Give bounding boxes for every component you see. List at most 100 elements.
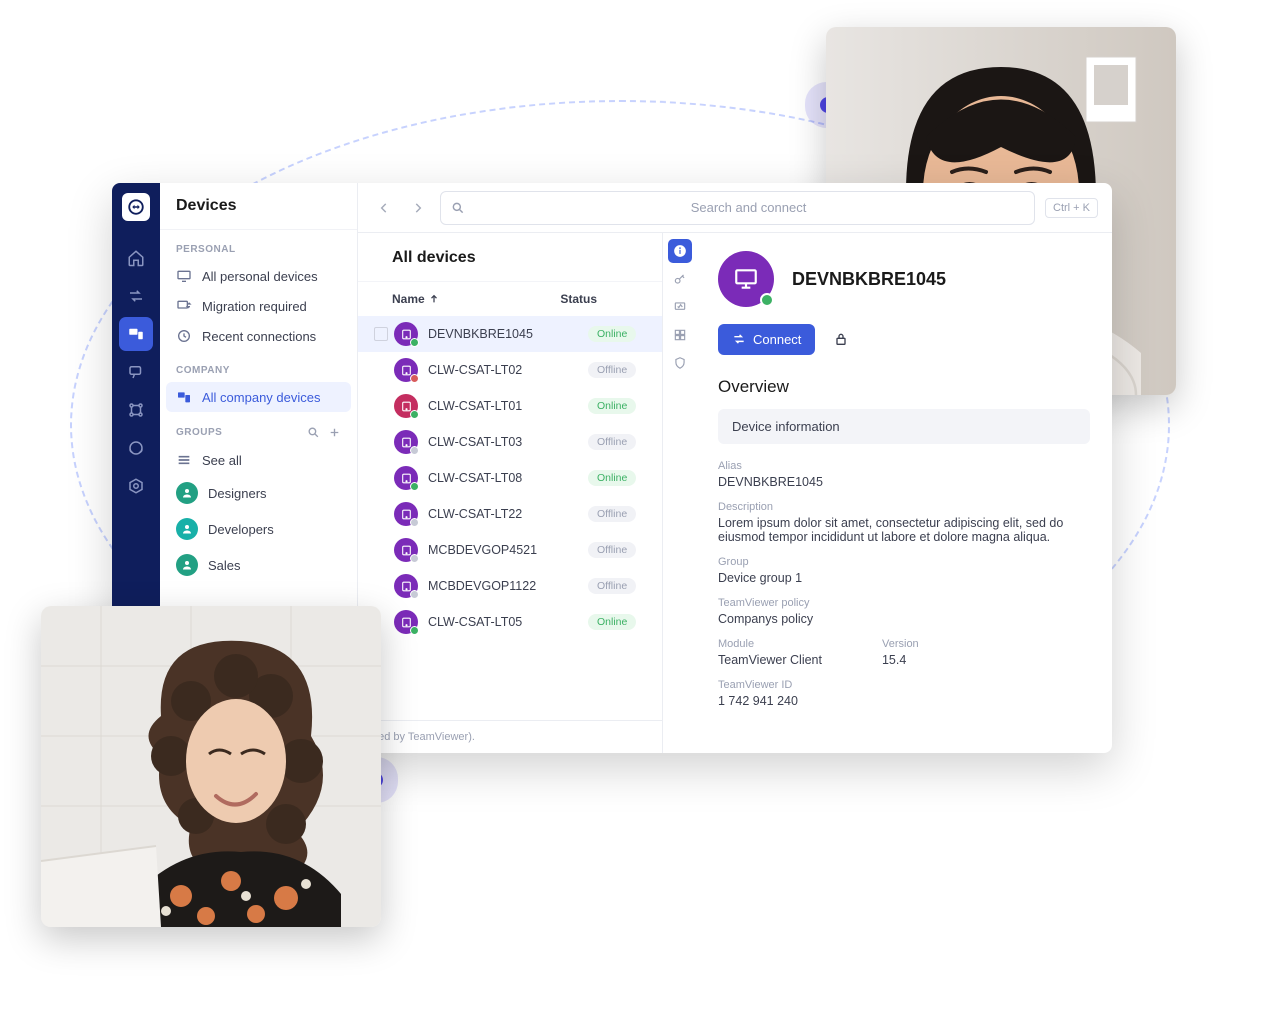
- module-label: Module: [718, 638, 822, 650]
- sidebar-item-company[interactable]: All company devices: [166, 382, 351, 412]
- search-input[interactable]: [473, 200, 1024, 215]
- sidebar-group-item[interactable]: Sales: [160, 547, 357, 583]
- sidebar-item-personal[interactable]: Migration required: [160, 291, 357, 321]
- sidebar-group-item[interactable]: Designers: [160, 475, 357, 511]
- device-row[interactable]: MCBDEVGOP1122Offline: [358, 568, 662, 604]
- nav-chat[interactable]: [119, 355, 153, 389]
- top-toolbar: Ctrl + K: [358, 183, 1112, 233]
- th-name[interactable]: Name: [392, 292, 425, 306]
- nav-back-button[interactable]: [372, 196, 396, 220]
- status-pill: Online: [588, 326, 636, 342]
- device-type-icon: [394, 502, 418, 526]
- nav-forward-button[interactable]: [406, 196, 430, 220]
- devices-heading: All devices: [358, 233, 662, 282]
- search-field[interactable]: [440, 191, 1035, 225]
- device-row[interactable]: CLW-CSAT-LT05Online: [358, 604, 662, 640]
- status-pill: Offline: [588, 542, 636, 558]
- alias-label: Alias: [718, 460, 1090, 472]
- detail-tab-grid[interactable]: [668, 323, 692, 347]
- detail-tab-monitor[interactable]: [668, 295, 692, 319]
- sort-asc-icon: [429, 294, 439, 304]
- group-label: Group: [718, 556, 1090, 568]
- device-type-icon: [394, 358, 418, 382]
- status-pill: Online: [588, 614, 636, 630]
- group-label: Sales: [208, 558, 241, 573]
- sidebar-item-personal[interactable]: Recent connections: [160, 321, 357, 351]
- status-dot-icon: [410, 554, 419, 563]
- device-table-header: Name Status: [358, 282, 662, 316]
- nav-home[interactable]: [119, 241, 153, 275]
- status-pill: Online: [588, 470, 636, 486]
- policy-label: TeamViewer policy: [718, 597, 1090, 609]
- sidebar-title: Devices: [160, 183, 357, 230]
- device-type-icon: [394, 610, 418, 634]
- overview-heading: Overview: [718, 377, 1090, 397]
- row-checkbox[interactable]: [370, 327, 392, 341]
- status-dot-icon: [410, 590, 419, 599]
- status-pill: Online: [588, 398, 636, 414]
- module-value: TeamViewer Client: [718, 653, 822, 667]
- detail-tab-security[interactable]: [668, 351, 692, 375]
- device-title: DEVNBKBRE1045: [792, 269, 946, 290]
- list-icon: [176, 452, 192, 468]
- tvid-label: TeamViewer ID: [718, 679, 1090, 691]
- desc-value: Lorem ipsum dolor sit amet, consectetur …: [718, 516, 1090, 544]
- tvid-value: 1 742 941 240: [718, 694, 1090, 708]
- nav-settings[interactable]: [119, 469, 153, 503]
- device-type-icon: [394, 538, 418, 562]
- device-type-icon: [394, 466, 418, 490]
- th-status[interactable]: Status: [560, 292, 628, 306]
- version-label: Version: [882, 638, 919, 650]
- connect-button[interactable]: Connect: [718, 324, 815, 355]
- see-all-groups[interactable]: See all: [160, 445, 357, 475]
- device-row[interactable]: MCBDEVGOP4521Offline: [358, 532, 662, 568]
- alias-value: DEVNBKBRE1045: [718, 475, 1090, 489]
- add-group-icon[interactable]: [328, 426, 341, 439]
- policy-value: Companys policy: [718, 612, 1090, 626]
- sidebar-item-personal[interactable]: All personal devices: [160, 261, 357, 291]
- status-dot-icon: [410, 518, 419, 527]
- monitor-icon: [176, 268, 192, 284]
- nav-workflow[interactable]: [119, 393, 153, 427]
- desc-label: Description: [718, 501, 1090, 513]
- group-label: Developers: [208, 522, 274, 537]
- decor-photo-2: [41, 606, 381, 927]
- detail-tab-info[interactable]: [668, 239, 692, 263]
- device-name: MCBDEVGOP4521: [428, 543, 588, 557]
- device-name: CLW-CSAT-LT08: [428, 471, 588, 485]
- device-row[interactable]: DEVNBKBRE1045Online: [358, 316, 662, 352]
- device-type-icon: [394, 394, 418, 418]
- device-row[interactable]: CLW-CSAT-LT02Offline: [358, 352, 662, 388]
- status-pill: Offline: [588, 578, 636, 594]
- sidebar-item-label: All company devices: [202, 390, 321, 405]
- search-icon[interactable]: [307, 426, 320, 439]
- device-name: CLW-CSAT-LT22: [428, 507, 588, 521]
- device-name: CLW-CSAT-LT01: [428, 399, 588, 413]
- keyboard-hint: Ctrl + K: [1045, 198, 1098, 218]
- section-company: COMPANY: [160, 351, 357, 382]
- lock-button[interactable]: [825, 323, 857, 355]
- device-row[interactable]: CLW-CSAT-LT08Online: [358, 460, 662, 496]
- devices-icon: [176, 389, 192, 405]
- device-row[interactable]: CLW-CSAT-LT22Offline: [358, 496, 662, 532]
- device-name: MCBDEVGOP1122: [428, 579, 588, 593]
- status-dot-icon: [410, 626, 419, 635]
- device-row[interactable]: CLW-CSAT-LT01Online: [358, 388, 662, 424]
- status-badge-icon: [760, 293, 774, 307]
- detail-tab-auth[interactable]: [668, 267, 692, 291]
- info-section-tab[interactable]: Device information: [718, 409, 1090, 444]
- status-pill: Offline: [588, 506, 636, 522]
- status-dot-icon: [410, 410, 419, 419]
- status-pill: Offline: [588, 434, 636, 450]
- nav-remote[interactable]: [119, 279, 153, 313]
- section-groups: GROUPS: [176, 427, 222, 438]
- migration-icon: [176, 298, 192, 314]
- search-icon: [451, 201, 465, 215]
- device-avatar: [718, 251, 774, 307]
- sidebar-group-item[interactable]: Developers: [160, 511, 357, 547]
- nav-devices[interactable]: [119, 317, 153, 351]
- device-row[interactable]: CLW-CSAT-LT03Offline: [358, 424, 662, 460]
- device-type-icon: [394, 322, 418, 346]
- nav-support[interactable]: [119, 431, 153, 465]
- see-all-label: See all: [202, 453, 242, 468]
